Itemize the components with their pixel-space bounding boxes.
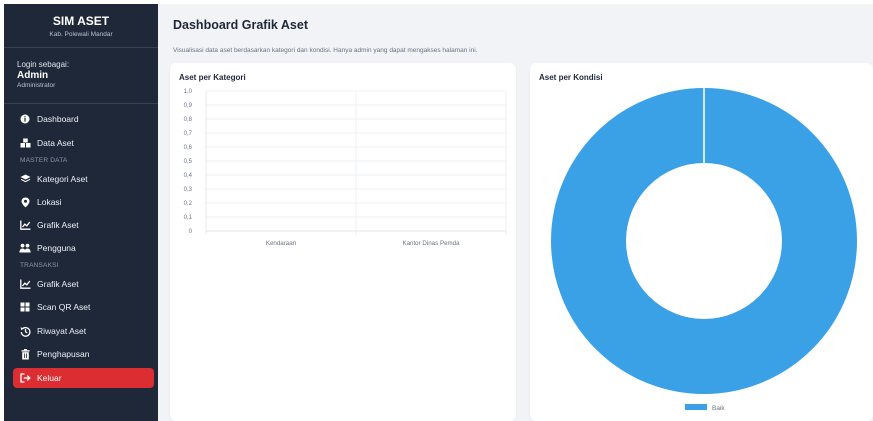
line-chart-icon xyxy=(19,278,31,290)
sidebar-item-label: Scan QR Aset xyxy=(37,302,91,312)
y-tick-label: 0,9 xyxy=(184,103,193,109)
sidebar-item-label: Kategori Aset xyxy=(37,174,88,184)
sidebar-item-grafik-aset[interactable]: Grafik Aset xyxy=(13,215,154,235)
info-circle-icon xyxy=(19,113,31,125)
sidebar-item-label: Grafik Aset xyxy=(37,220,79,230)
main-content: Dashboard Grafik Aset Visualisasi data a… xyxy=(158,4,873,421)
sidebar-item-pengguna[interactable]: Pengguna xyxy=(13,238,154,258)
y-tick-label: 0,4 xyxy=(184,173,193,179)
sidebar-item-grafik-aset-2[interactable]: Grafik Aset xyxy=(13,274,154,294)
sidebar-item-label: Lokasi xyxy=(37,197,62,207)
sidebar-item-label: Data Aset xyxy=(37,138,74,148)
legend-label: Baik xyxy=(712,405,725,412)
page-title: Dashboard Grafik Aset xyxy=(173,18,308,32)
sidebar-item-label: Pengguna xyxy=(37,243,76,253)
sidebar-item-scan-qr[interactable]: Scan QR Aset xyxy=(13,297,154,317)
sidebar: SIM ASET Kab. Polewali Mandar Login seba… xyxy=(4,4,158,421)
brand-subtitle: Kab. Polewali Mandar xyxy=(49,31,113,38)
sidebar-item-label: Keluar xyxy=(37,373,62,383)
sidebar-item-riwayat-aset[interactable]: Riwayat Aset xyxy=(13,321,154,341)
boxes-icon xyxy=(19,137,31,149)
y-tick-label: 0,5 xyxy=(184,159,193,165)
map-pin-icon xyxy=(19,196,31,208)
x-tick-label: Kendaraan xyxy=(266,240,297,247)
sidebar-item-label: Dashboard xyxy=(37,114,79,124)
qr-code-icon xyxy=(19,301,31,313)
y-tick-label: 0,7 xyxy=(184,131,193,137)
logout-icon xyxy=(19,372,31,384)
login-info: Login sebagai: Admin Administrator xyxy=(4,48,158,104)
chart-card-kondisi: Aset per Kondisi Baik xyxy=(530,63,873,421)
sidebar-item-kategori-aset[interactable]: Kategori Aset xyxy=(13,169,154,189)
bar-chart: 1,0 0,9 0,8 0,7 0,6 0,5 0,4 0,3 0,2 0,1 0 Kendaraan… xyxy=(184,89,507,247)
history-icon xyxy=(19,325,31,337)
y-tick-label: 0,8 xyxy=(184,117,193,123)
sidebar-item-penghapusan[interactable]: Penghapusan xyxy=(13,344,154,364)
y-tick-label: 0,6 xyxy=(184,145,193,151)
legend-swatch xyxy=(685,404,707,410)
y-tick-label: 0,1 xyxy=(184,215,193,221)
layers-icon xyxy=(19,173,31,185)
y-tick-label: 0,2 xyxy=(184,201,193,207)
trash-icon xyxy=(19,348,31,360)
login-role: Administrator xyxy=(17,82,56,89)
brand: SIM ASET Kab. Polewali Mandar xyxy=(4,4,158,48)
chart-title-kategori: Aset per Kategori xyxy=(179,73,246,82)
brand-title: SIM ASET xyxy=(52,14,110,28)
y-tick-label: 1,0 xyxy=(184,89,193,95)
line-chart-icon xyxy=(19,219,31,231)
users-icon xyxy=(19,242,31,254)
sidebar-item-label: Penghapusan xyxy=(37,349,90,359)
chart-card-kategori: Aset per Kategori 1,0 0,9 0,8 0,7 0,6 0,5 0,4 0… xyxy=(170,63,516,421)
logout-button[interactable]: Keluar xyxy=(13,368,154,388)
login-label: Login sebagai: xyxy=(17,60,70,69)
section-label-master: MASTER DATA xyxy=(20,157,68,164)
page-subtitle: Visualisasi data aset berdasarkan katego… xyxy=(173,47,478,54)
sidebar-item-data-aset[interactable]: Data Aset xyxy=(13,133,154,153)
donut-chart: Baik xyxy=(551,88,857,412)
sidebar-item-label: Riwayat Aset xyxy=(37,326,87,336)
sidebar-item-dashboard[interactable]: Dashboard xyxy=(13,109,154,129)
x-tick-label: Kantor Dinas Pemda xyxy=(402,240,460,247)
section-label-transaksi: TRANSAKSI xyxy=(20,262,59,269)
login-name: Admin xyxy=(17,70,49,81)
y-tick-label: 0 xyxy=(189,229,193,235)
sidebar-item-lokasi[interactable]: Lokasi xyxy=(13,192,154,212)
y-tick-label: 0,3 xyxy=(184,187,193,193)
sidebar-item-label: Grafik Aset xyxy=(37,279,79,289)
